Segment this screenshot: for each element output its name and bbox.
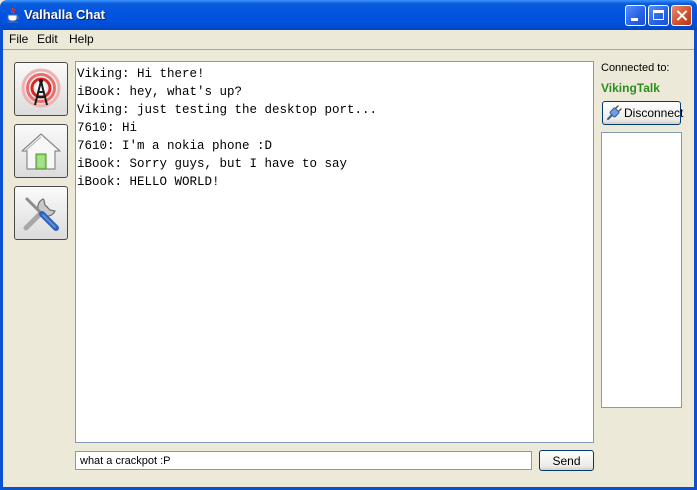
- connect-tool-button[interactable]: [14, 62, 68, 116]
- chat-message: Viking: just testing the desktop port...: [77, 103, 378, 117]
- chat-message: iBook: hey, what's up?: [77, 85, 243, 99]
- minimize-button[interactable]: [625, 5, 646, 26]
- menu-file[interactable]: File: [9, 32, 28, 46]
- users-list[interactable]: [601, 132, 682, 408]
- chat-message: 7610: I'm a nokia phone :D: [77, 139, 273, 153]
- server-name: VikingTalk: [601, 81, 660, 95]
- disconnect-button[interactable]: Disconnect: [602, 101, 684, 125]
- tools-icon: [23, 197, 59, 231]
- window-frame-left: [0, 30, 3, 490]
- menu-help[interactable]: Help: [69, 32, 94, 46]
- menu-separator: [3, 49, 694, 50]
- disconnect-label: Disconnect: [624, 106, 684, 120]
- window-title: Valhalla Chat: [24, 7, 105, 22]
- home-icon: [21, 133, 61, 170]
- java-cup-icon: [7, 7, 20, 23]
- close-button[interactable]: [671, 5, 692, 26]
- message-input[interactable]: [75, 451, 532, 470]
- chat-message: iBook: HELLO WORLD!: [77, 175, 220, 189]
- chat-transcript[interactable]: Viking: Hi there! iBook: hey, what's up?…: [75, 61, 594, 443]
- maximize-button[interactable]: [648, 5, 669, 26]
- title-bar[interactable]: Valhalla Chat: [0, 0, 697, 30]
- send-button[interactable]: Send: [539, 450, 594, 471]
- broadcast-tower-icon: [21, 68, 61, 108]
- settings-tool-button[interactable]: [14, 186, 68, 240]
- menu-bar: File Edit Help: [3, 30, 694, 48]
- chat-message: Viking: Hi there!: [77, 67, 205, 81]
- menu-edit[interactable]: Edit: [37, 32, 58, 46]
- chat-message: iBook: Sorry guys, but I have to say: [77, 157, 348, 171]
- plug-icon: [607, 105, 622, 120]
- home-tool-button[interactable]: [14, 124, 68, 178]
- application-window: Valhalla Chat File Edit Help Viking: Hi …: [0, 0, 697, 490]
- connected-label: Connected to:: [601, 62, 670, 74]
- chat-message: 7610: Hi: [77, 121, 138, 135]
